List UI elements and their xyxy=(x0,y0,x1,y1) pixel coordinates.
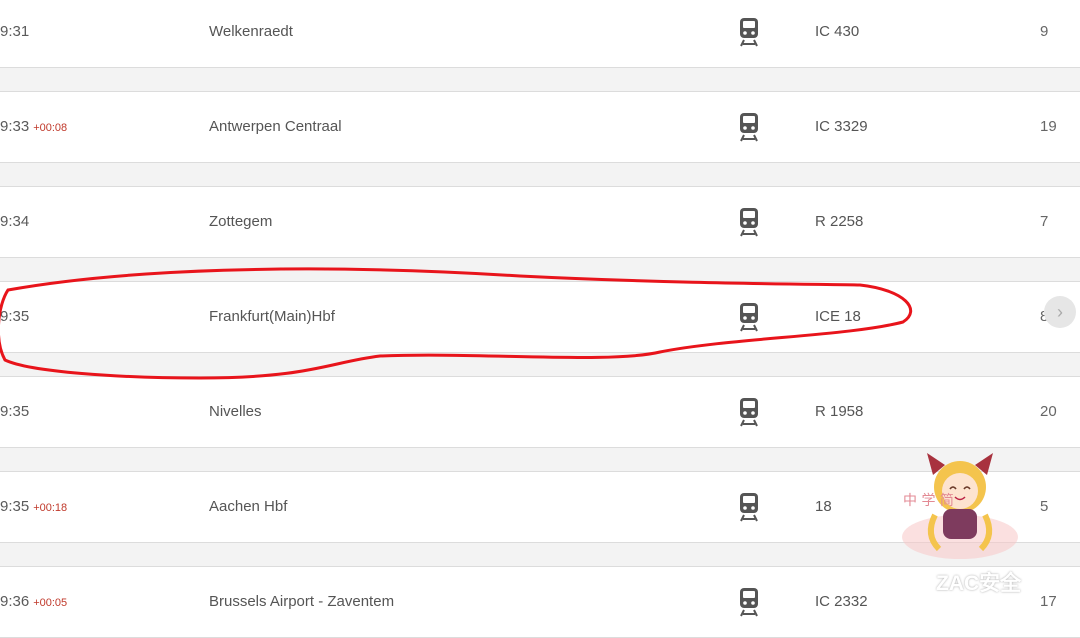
destination: Welkenraedt xyxy=(209,23,293,40)
platform: 9 xyxy=(1040,23,1049,40)
departure-time: 9:31 xyxy=(0,23,30,40)
wechat-icon xyxy=(896,572,930,597)
destination: Frankfurt(Main)Hbf xyxy=(209,308,335,325)
train-number: IC 2332 xyxy=(815,593,868,610)
mascot-image: 中 学 简 xyxy=(895,445,1025,565)
train-icon xyxy=(736,302,762,332)
platform: 17 xyxy=(1040,593,1057,610)
departure-time: 9:35 xyxy=(0,403,30,420)
departure-row[interactable]: 9:35 Nivelles R 1958 20 xyxy=(0,376,1080,448)
destination: Antwerpen Centraal xyxy=(209,118,342,135)
train-number: IC 3329 xyxy=(815,118,868,135)
delay-badge: +00:18 xyxy=(33,502,68,514)
destination: Aachen Hbf xyxy=(209,498,288,515)
departure-time: 9:35 xyxy=(0,308,30,325)
train-icon xyxy=(736,492,762,522)
next-button[interactable]: › xyxy=(1044,296,1076,328)
departure-time: 9:33 +00:08 xyxy=(0,118,68,135)
departure-row[interactable]: 9:34 Zottegem R 2258 7 xyxy=(0,186,1080,258)
platform: 19 xyxy=(1040,118,1057,135)
delay-badge: +00:08 xyxy=(33,122,68,134)
train-icon xyxy=(736,207,762,237)
watermark-text: ZAC安全 xyxy=(936,572,1022,595)
train-icon xyxy=(736,17,762,47)
departure-time: 9:36 +00:05 xyxy=(0,593,68,610)
platform: 5 xyxy=(1040,498,1049,515)
mascot-label: 中 学 简 xyxy=(903,492,954,509)
departure-row[interactable]: 9:33 +00:08 Antwerpen Centraal IC 3329 19 xyxy=(0,91,1080,163)
destination: Zottegem xyxy=(209,213,273,230)
departure-time: 9:34 xyxy=(0,213,30,230)
platform: 7 xyxy=(1040,213,1049,230)
train-number: 18 xyxy=(815,498,832,515)
train-icon xyxy=(736,112,762,142)
train-number: ICE 18 xyxy=(815,308,861,325)
platform: 20 xyxy=(1040,403,1057,420)
delay-badge: +00:05 xyxy=(33,597,68,609)
train-icon xyxy=(736,397,762,427)
departure-row[interactable]: 9:35 Frankfurt(Main)Hbf ICE 18 8 xyxy=(0,281,1080,353)
train-number: R 2258 xyxy=(815,213,864,230)
train-number: IC 430 xyxy=(815,23,860,40)
train-icon xyxy=(736,587,762,617)
train-number: R 1958 xyxy=(815,403,864,420)
watermark: ZAC安全 xyxy=(896,566,1021,602)
destination: Brussels Airport - Zaventem xyxy=(209,593,395,610)
chevron-right-icon: › xyxy=(1057,302,1063,322)
departure-time: 9:35 +00:18 xyxy=(0,498,68,515)
destination: Nivelles xyxy=(209,403,262,420)
departure-row[interactable]: 9:31 Welkenraedt IC 430 9 xyxy=(0,0,1080,68)
